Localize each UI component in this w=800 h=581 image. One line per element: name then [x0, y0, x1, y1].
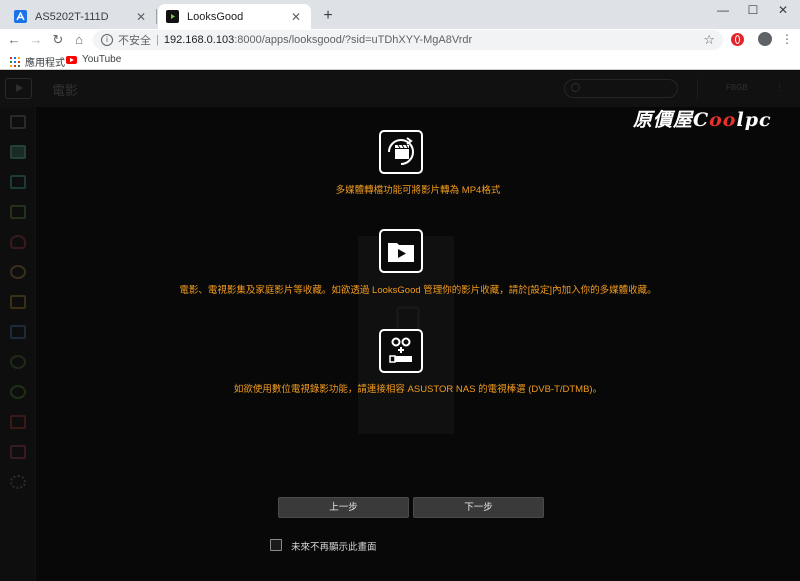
looksgood-favicon-icon: [166, 10, 179, 23]
tab-title: LooksGood: [187, 10, 244, 23]
search-icon: [571, 83, 580, 92]
prev-step-button[interactable]: 上一步: [278, 497, 409, 518]
user-label[interactable]: FBGB: [726, 83, 748, 92]
looksgood-app: 電影 FBGB ⋮ 原價屋Coolpc 多媒體轉檔功能可將影片轉為 MP4格式 …: [0, 71, 800, 581]
playlist-icon[interactable]: [10, 295, 26, 309]
address-bar[interactable]: i 不安全 | 192.168.0.103 :8000/apps/looksgo…: [93, 30, 723, 50]
sidebar: [0, 107, 36, 581]
sidebar-item-movies-icon[interactable]: [10, 145, 26, 159]
forward-arrow-icon[interactable]: →: [27, 31, 45, 49]
feature-text-collection: 電影、電視影集及家庭影片等收藏。如欲透過 LooksGood 管理你的影片收藏，…: [179, 285, 657, 296]
next-step-button[interactable]: 下一步: [413, 497, 544, 518]
close-window-icon[interactable]: ✕: [768, 0, 798, 22]
tab-looksgood[interactable]: LooksGood ✕: [158, 4, 311, 29]
bookmark-label: YouTube: [82, 54, 122, 65]
asustor-favicon-icon: [14, 10, 27, 23]
app-header: 電影 FBGB ⋮: [0, 71, 800, 107]
youtube-icon: [66, 55, 77, 64]
watermark-infinity: oo: [709, 109, 737, 131]
tab-title: AS5202T-111D: [35, 10, 109, 23]
search-input[interactable]: [564, 79, 678, 98]
bookmark-star-icon[interactable]: ☆: [703, 32, 715, 48]
browser-toolbar: ← → ↻ ⌂ i 不安全 | 192.168.0.103 :8000/apps…: [0, 29, 800, 51]
sidebar-item-home-video-icon[interactable]: [10, 205, 26, 219]
sidebar-item-tv-icon[interactable]: [10, 175, 26, 189]
new-tab-button[interactable]: +: [318, 6, 338, 26]
video-folder-icon: [379, 229, 423, 273]
sidebar-item-recording-icon[interactable]: [10, 325, 26, 339]
tab-divider: [156, 9, 157, 24]
convert-video-icon: [379, 130, 423, 174]
sidebar-item-dashboard-icon[interactable]: [10, 115, 26, 129]
reload-icon[interactable]: ↻: [49, 31, 67, 49]
url-host: 192.168.0.103: [163, 34, 235, 46]
tv-tuner-icon: [379, 329, 423, 373]
tab-strip: AS5202T-111D ✕ LooksGood ✕ + — ☐ ✕: [0, 0, 800, 29]
coolpc-watermark: 原價屋Coolpc: [633, 105, 772, 132]
dont-show-again-label[interactable]: 未來不再顯示此畫面: [291, 539, 377, 553]
watermark-prefix: 原價屋C: [633, 109, 710, 131]
feature-text-convert: 多媒體轉檔功能可將影片轉為 MP4格式: [335, 185, 501, 196]
profile-avatar-icon[interactable]: [758, 32, 772, 46]
maximize-icon[interactable]: ☐: [738, 0, 768, 22]
address-divider: |: [156, 34, 159, 46]
dont-show-again-checkbox[interactable]: [270, 539, 282, 551]
sidebar-item-live-icon[interactable]: [10, 355, 26, 369]
apps-grid-icon: [10, 56, 20, 67]
header-divider: [697, 79, 698, 99]
bookmarks-bar: 應用程式 YouTube: [0, 51, 800, 70]
security-status: 不安全: [118, 35, 151, 47]
settings-gear-icon[interactable]: [10, 475, 26, 489]
info-icon[interactable]: i: [101, 34, 113, 46]
bookmark-label: 應用程式: [25, 58, 65, 69]
menu-kebab-icon[interactable]: ⋮: [781, 31, 793, 47]
close-tab-icon[interactable]: ✕: [289, 10, 303, 24]
browser-window: AS5202T-111D ✕ LooksGood ✕ + — ☐ ✕ ← → ↻…: [0, 0, 800, 581]
feature-text-dvb: 如欲使用數位電視錄影功能，請連接相容 ASUSTOR NAS 的電視棒選 (DV…: [233, 384, 603, 395]
url-path: :8000/apps/looksgood/?sid=uTDhXYY-MgA8Vr…: [234, 34, 473, 46]
looksgood-logo-icon[interactable]: [5, 78, 32, 99]
heart-icon[interactable]: [10, 235, 26, 249]
bookmark-apps[interactable]: 應用程式: [10, 54, 65, 69]
tab-as5202t[interactable]: AS5202T-111D ✕: [6, 4, 156, 29]
minimize-icon[interactable]: —: [708, 0, 738, 22]
watermark-suffix: lpc: [736, 109, 772, 131]
more-options-icon[interactable]: ⋮: [775, 82, 785, 93]
page-title: 電影: [52, 83, 79, 98]
bookmark-youtube[interactable]: YouTube: [66, 54, 121, 65]
sidebar-item-schedule-icon[interactable]: [10, 385, 26, 399]
back-arrow-icon[interactable]: ←: [5, 31, 23, 49]
opera-extension-icon[interactable]: [731, 33, 744, 46]
sidebar-item-tuner-icon[interactable]: [10, 445, 26, 459]
clock-icon[interactable]: [10, 265, 26, 279]
sidebar-item-folder-icon[interactable]: [10, 415, 26, 429]
close-tab-icon[interactable]: ✕: [134, 10, 148, 24]
home-icon[interactable]: ⌂: [70, 31, 88, 49]
